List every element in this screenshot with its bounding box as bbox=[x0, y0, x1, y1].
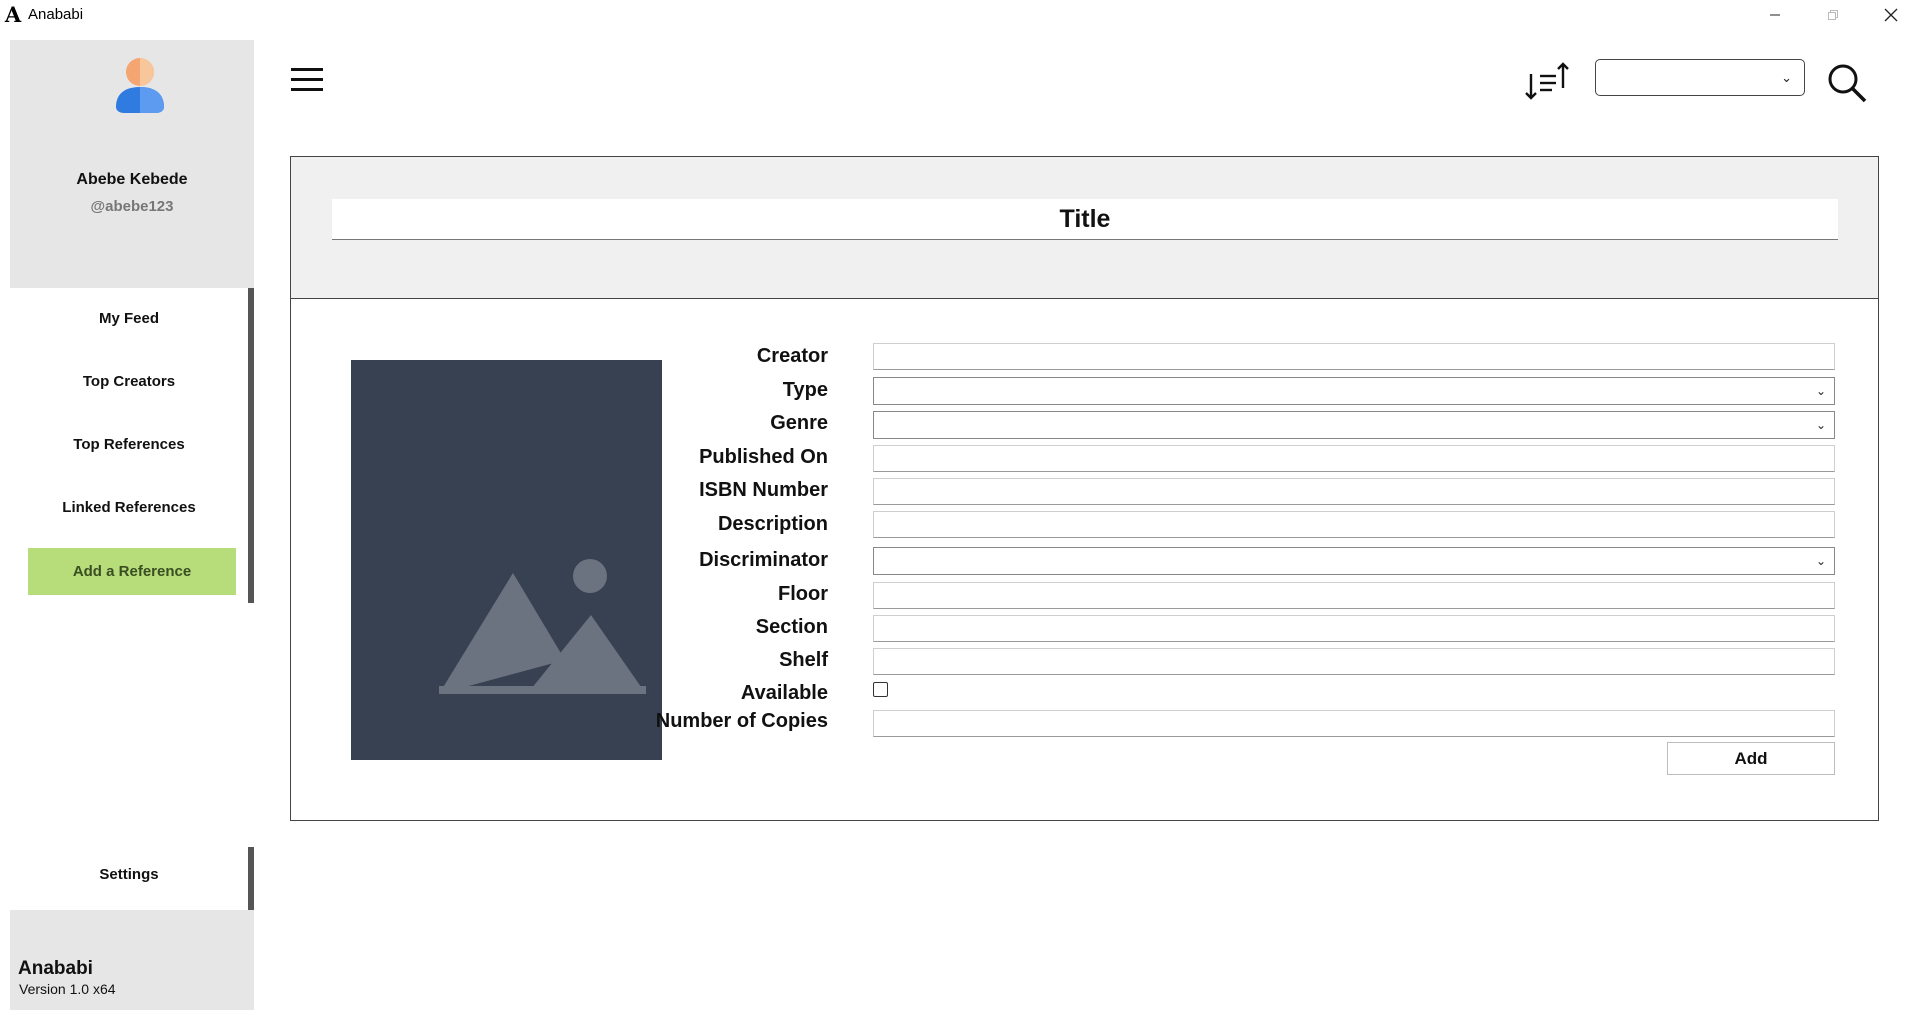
available-checkbox[interactable] bbox=[873, 682, 888, 697]
sidebar-item-settings[interactable]: Settings bbox=[10, 866, 248, 883]
description-input[interactable] bbox=[873, 511, 1835, 538]
sort-icon[interactable] bbox=[1525, 62, 1571, 102]
section-label: Section bbox=[755, 616, 828, 638]
close-button[interactable] bbox=[1862, 0, 1920, 29]
chevron-down-icon: ⌄ bbox=[1781, 70, 1792, 85]
sidebar-item-top-references[interactable]: Top References bbox=[10, 436, 248, 453]
copies-label: Number of Copies bbox=[655, 710, 828, 732]
floor-input[interactable] bbox=[873, 582, 1835, 609]
form-header: Title bbox=[291, 157, 1878, 299]
floor-label: Floor bbox=[778, 583, 828, 605]
restore-icon bbox=[1828, 9, 1838, 20]
sidebar-item-my-feed[interactable]: My Feed bbox=[10, 310, 248, 327]
user-avatar-icon bbox=[116, 58, 164, 113]
genre-select[interactable]: ⌄ bbox=[873, 411, 1835, 439]
add-reference-button[interactable]: Add a Reference bbox=[28, 548, 236, 595]
shelf-label: Shelf bbox=[779, 649, 828, 671]
discriminator-label: Discriminator bbox=[699, 549, 828, 571]
footer-app-name: Anababi bbox=[18, 958, 93, 979]
profile-handle: @abebe123 bbox=[90, 198, 174, 215]
published-on-input[interactable] bbox=[873, 445, 1835, 472]
app-footer: Anababi Version 1.0 x64 bbox=[10, 910, 254, 1010]
window-titlebar: A Anababi bbox=[0, 0, 1920, 29]
shelf-input[interactable] bbox=[873, 648, 1835, 675]
chevron-down-icon: ⌄ bbox=[1815, 554, 1826, 568]
image-placeholder-icon bbox=[439, 559, 646, 694]
profile-name: Abebe Kebede bbox=[76, 171, 188, 188]
sidebar-item-linked-references[interactable]: Linked References bbox=[10, 499, 248, 516]
cover-image-placeholder[interactable] bbox=[351, 360, 662, 760]
section-input[interactable] bbox=[873, 615, 1835, 642]
sidebar-scrollbar[interactable] bbox=[248, 288, 254, 603]
isbn-label: ISBN Number bbox=[699, 479, 828, 501]
profile-card: Abebe Kebede @abebe123 bbox=[10, 40, 254, 288]
close-icon bbox=[1884, 8, 1898, 21]
isbn-input[interactable] bbox=[873, 478, 1835, 505]
window-controls bbox=[1746, 0, 1920, 29]
chevron-down-icon: ⌄ bbox=[1815, 418, 1826, 432]
discriminator-select[interactable]: ⌄ bbox=[873, 547, 1835, 575]
add-button[interactable]: Add bbox=[1667, 742, 1835, 775]
genre-label: Genre bbox=[770, 412, 828, 434]
maximize-button[interactable] bbox=[1804, 0, 1862, 29]
creator-label: Creator bbox=[756, 345, 828, 367]
reference-form-panel: Title Creator Type Genre Published On IS… bbox=[290, 156, 1879, 821]
type-select[interactable]: ⌄ bbox=[873, 377, 1835, 405]
window-title: Anababi bbox=[28, 6, 84, 23]
minimize-button[interactable] bbox=[1746, 0, 1804, 29]
chevron-down-icon: ⌄ bbox=[1815, 384, 1826, 398]
sort-dropdown[interactable]: ⌄ bbox=[1595, 59, 1805, 96]
hamburger-menu-icon[interactable] bbox=[291, 66, 325, 94]
description-label: Description bbox=[717, 513, 828, 535]
title-input[interactable]: Title bbox=[332, 199, 1838, 240]
published-on-label: Published On bbox=[699, 446, 828, 468]
settings-scrollbar[interactable] bbox=[248, 847, 254, 910]
search-icon[interactable] bbox=[1826, 62, 1868, 104]
type-label: Type bbox=[782, 379, 828, 401]
available-label: Available bbox=[740, 682, 828, 704]
minimize-icon bbox=[1770, 14, 1780, 15]
copies-input[interactable] bbox=[873, 710, 1835, 737]
sidebar-item-top-creators[interactable]: Top Creators bbox=[10, 373, 248, 390]
creator-input[interactable] bbox=[873, 343, 1835, 370]
app-logo: A bbox=[4, 2, 22, 27]
footer-version: Version 1.0 x64 bbox=[19, 981, 116, 997]
